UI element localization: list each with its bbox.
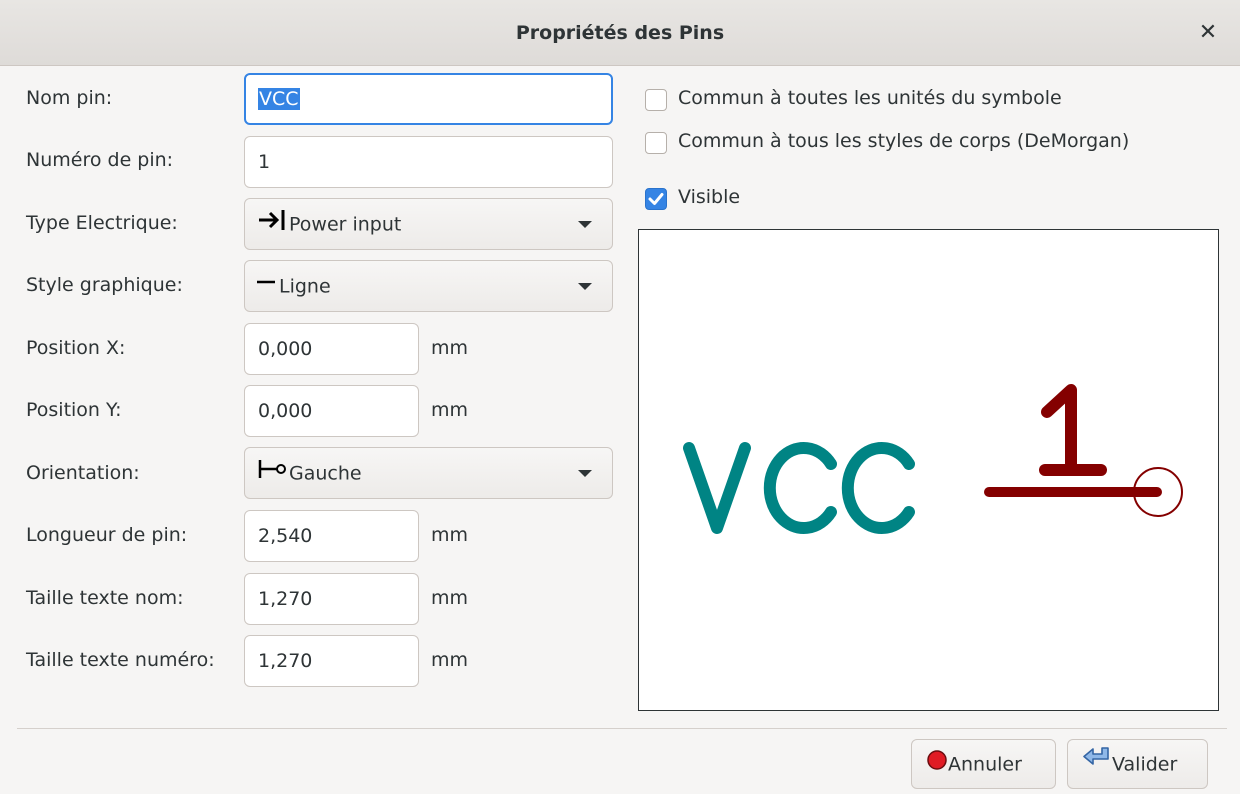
orientation-value: Gauche <box>289 462 362 485</box>
number-text-size-input[interactable]: 1,270 <box>244 635 419 687</box>
cancel-button[interactable]: Annuler <box>911 739 1056 789</box>
checkbox-box[interactable] <box>645 132 667 154</box>
position-y-label: Position Y: <box>26 399 122 421</box>
name-text-size-input[interactable]: 1,270 <box>244 573 419 625</box>
pin-left-icon <box>257 449 287 499</box>
pin-number-value: 1 <box>258 151 271 173</box>
pin-number-label: Numéro de pin: <box>26 149 174 171</box>
position-x-input[interactable]: 0,000 <box>244 323 419 375</box>
line-icon <box>257 262 277 312</box>
pin-name-value: VCC <box>258 88 300 110</box>
stop-icon <box>926 741 948 789</box>
position-y-value: 0,000 <box>258 400 313 422</box>
checkbox-box[interactable] <box>645 89 667 111</box>
power-input-icon <box>257 200 287 250</box>
position-x-label: Position X: <box>26 337 126 359</box>
ok-label: Valider <box>1112 753 1178 776</box>
pin-name-label: Nom pin: <box>26 87 113 109</box>
name-text-size-unit: mm <box>431 587 469 609</box>
graphic-style-value: Ligne <box>279 275 331 298</box>
cancel-label: Annuler <box>948 753 1022 776</box>
pin-number-input[interactable]: 1 <box>244 136 613 188</box>
number-text-size-value: 1,270 <box>258 650 313 672</box>
title-bar: Propriétés des Pins ✕ <box>0 0 1240 66</box>
chevron-down-icon <box>578 283 592 290</box>
pin-length-value: 2,540 <box>258 525 313 547</box>
position-y-unit: mm <box>431 399 469 421</box>
graphic-style-dropdown[interactable]: Ligne <box>244 260 613 312</box>
graphic-style-label: Style graphique: <box>26 274 183 296</box>
button-separator <box>17 728 1227 729</box>
return-arrow-icon <box>1082 741 1112 789</box>
number-text-size-unit: mm <box>431 649 469 671</box>
close-icon[interactable]: ✕ <box>1192 17 1224 49</box>
name-text-size-label: Taille texte nom: <box>26 587 184 609</box>
pin-length-unit: mm <box>431 524 469 546</box>
pin-name-preview <box>683 442 915 534</box>
pin-preview <box>638 229 1219 711</box>
electrical-type-value: Power input <box>289 213 402 236</box>
pin-length-label: Longueur de pin: <box>26 524 188 546</box>
electrical-type-label: Type Electrique: <box>26 212 178 234</box>
position-y-input[interactable]: 0,000 <box>244 385 419 437</box>
orientation-dropdown[interactable]: Gauche <box>244 447 613 499</box>
checkbox-box[interactable] <box>645 188 667 210</box>
pin-length-input[interactable]: 2,540 <box>244 510 419 562</box>
name-text-size-value: 1,270 <box>258 588 313 610</box>
electrical-type-dropdown[interactable]: Power input <box>244 198 613 250</box>
dialog-title: Propriétés des Pins <box>515 22 725 44</box>
pin-name-input[interactable]: VCC <box>244 73 613 125</box>
ok-button[interactable]: Valider <box>1067 739 1208 789</box>
orientation-label: Orientation: <box>26 462 140 484</box>
chevron-down-icon <box>578 221 592 228</box>
chevron-down-icon <box>578 470 592 477</box>
visible-label: Visible <box>678 186 741 208</box>
pin-number-preview <box>1039 384 1107 476</box>
common-units-label: Commun à toutes les unités du symbole <box>678 87 1062 109</box>
number-text-size-label: Taille texte numéro: <box>26 649 215 671</box>
pin-preview-canvas <box>683 384 1183 534</box>
checkmark-icon <box>648 193 664 205</box>
position-x-value: 0,000 <box>258 338 313 360</box>
common-body-styles-label: Commun à tous les styles de corps (DeMor… <box>678 130 1130 152</box>
position-x-unit: mm <box>431 337 469 359</box>
